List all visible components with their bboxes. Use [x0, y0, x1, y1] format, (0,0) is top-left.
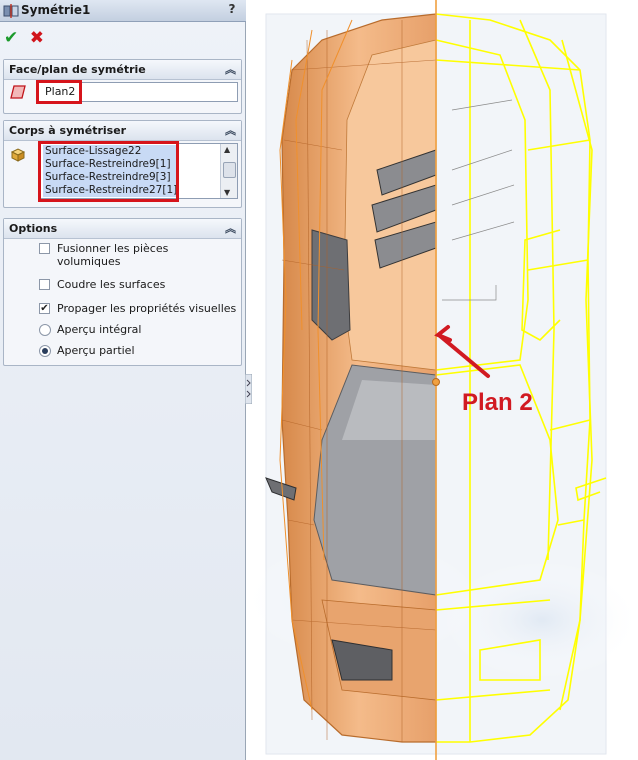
group-title: Face/plan de symétrie — [9, 63, 146, 76]
list-scrollbar[interactable]: ▲ ▼ — [220, 144, 237, 198]
knit-surfaces-checkbox[interactable] — [39, 279, 50, 290]
highlight-box — [36, 80, 82, 104]
full-preview-radio[interactable] — [39, 324, 51, 336]
group-title: Options — [9, 222, 58, 235]
option-label: Propager les propriétés visuelles — [57, 302, 237, 315]
title-bar: Symétrie1 ? — [0, 0, 246, 22]
scroll-down-icon[interactable]: ▼ — [224, 188, 230, 197]
scroll-thumb[interactable] — [223, 162, 236, 178]
scroll-up-icon[interactable]: ▲ — [224, 145, 230, 154]
solid-body-icon — [10, 148, 26, 162]
option-label: Fusionner les pièces volumiques — [57, 242, 169, 268]
cancel-button[interactable]: ✖ — [30, 28, 44, 48]
plane-icon — [10, 85, 26, 99]
collapse-icon[interactable]: ︽ — [225, 60, 236, 79]
mirror-feature-icon — [3, 4, 19, 18]
option-label: Coudre les surfaces — [57, 278, 166, 291]
plane-origin-point[interactable] — [432, 378, 440, 386]
group-header[interactable]: Corps à symétriser ︽ — [4, 121, 241, 141]
option-label: Aperçu partiel — [57, 344, 135, 357]
property-manager: Symétrie1 ? ✔ ✖ Face/plan de symétrie ︽ … — [0, 0, 246, 760]
feature-title: Symétrie1 — [21, 3, 91, 17]
help-button[interactable]: ? — [224, 2, 240, 18]
ok-button[interactable]: ✔ — [4, 28, 18, 48]
propagate-visual-checkbox[interactable]: ✔ — [39, 303, 50, 314]
group-title: Corps à symétriser — [9, 124, 127, 137]
model-canvas[interactable] — [252, 0, 638, 760]
partial-preview-radio[interactable] — [39, 345, 51, 357]
collapse-icon[interactable]: ︽ — [225, 219, 236, 238]
merge-solids-checkbox[interactable] — [39, 243, 50, 254]
highlight-box — [38, 141, 179, 202]
options-group: Options ︽ Fusionner les pièces volumique… — [3, 218, 242, 366]
option-label: Aperçu intégral — [57, 323, 142, 336]
collapse-icon[interactable]: ︽ — [225, 121, 236, 140]
panel-splitter[interactable] — [245, 374, 252, 404]
graphics-viewport[interactable]: Plan 2 — [252, 0, 638, 760]
group-header[interactable]: Face/plan de symétrie ︽ — [4, 60, 241, 80]
plane-annotation-label: Plan 2 — [462, 389, 533, 416]
group-header[interactable]: Options ︽ — [4, 219, 241, 239]
